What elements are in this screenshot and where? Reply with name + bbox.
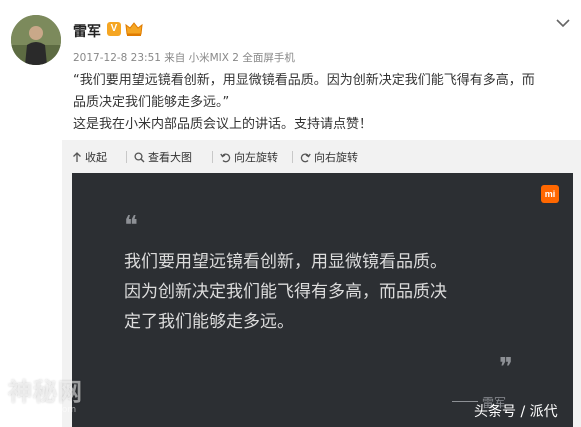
avatar[interactable]	[11, 15, 61, 65]
mi-logo: mi	[541, 185, 559, 203]
view-large-button[interactable]: 查看大图	[134, 149, 192, 165]
post-text-line: 品质决定我们能够走多远。”	[73, 95, 230, 110]
toolbar-divider	[212, 151, 213, 163]
rotate-right-icon	[300, 153, 311, 162]
verified-badge: V	[107, 22, 121, 36]
post-text: “我们要用望远镜看创新，用显微镜看品质。因为创新决定我们能飞得有多高，而 品质决…	[73, 70, 573, 136]
chevron-down-icon[interactable]	[556, 18, 570, 28]
rotate-right-label: 向右旋转	[314, 151, 358, 164]
watermark-source: 头条号 / 派代	[474, 404, 558, 420]
crown-icon	[125, 22, 143, 36]
quote-open-icon: ❝	[124, 211, 138, 241]
rotate-right-button[interactable]: 向右旋转	[300, 149, 358, 165]
toolbar-divider	[126, 151, 127, 163]
magnifier-icon	[134, 151, 145, 162]
image-quote-line: 因为创新决定我们能飞得有多高，而品质决	[124, 282, 447, 302]
collapse-button[interactable]: 收起	[72, 149, 107, 165]
author-name[interactable]: 雷军	[73, 21, 101, 41]
rotate-left-label: 向左旋转	[234, 151, 278, 164]
view-large-label: 查看大图	[148, 151, 192, 164]
image-quote-text: 我们要用望远镜看创新，用显微镜看品质。 因为创新决定我们能飞得有多高，而品质决 …	[124, 247, 544, 337]
rotate-left-icon	[220, 153, 231, 162]
post-image[interactable]: mi ❝ 我们要用望远镜看创新，用显微镜看品质。 因为创新决定我们能飞得有多高，…	[72, 173, 573, 427]
arrow-up-icon	[73, 151, 81, 162]
weibo-post: 雷军 V 2017-12-8 23:51 来自 小米MIX 2 全面屏手机 “我…	[0, 0, 581, 427]
rotate-left-button[interactable]: 向左旋转	[220, 149, 278, 165]
quote-close-icon: ❞	[499, 353, 513, 383]
image-quote-line: 我们要用望远镜看创新，用显微镜看品质。	[124, 252, 447, 272]
post-text-line: 这是我在小米内部品质会议上的讲话。支持请点赞！	[73, 117, 373, 132]
image-quote-line: 定了我们能够走多远。	[124, 312, 294, 332]
post-meta: 2017-12-8 23:51 来自 小米MIX 2 全面屏手机	[73, 52, 295, 64]
watermark-site-url: www.smw.com	[10, 405, 77, 415]
watermark-site-name: 神秘网	[8, 378, 83, 406]
collapse-label: 收起	[85, 151, 107, 164]
post-text-line: “我们要用望远镜看创新，用显微镜看品质。因为创新决定我们能飞得有多高，而	[73, 73, 535, 88]
toolbar-divider	[292, 151, 293, 163]
